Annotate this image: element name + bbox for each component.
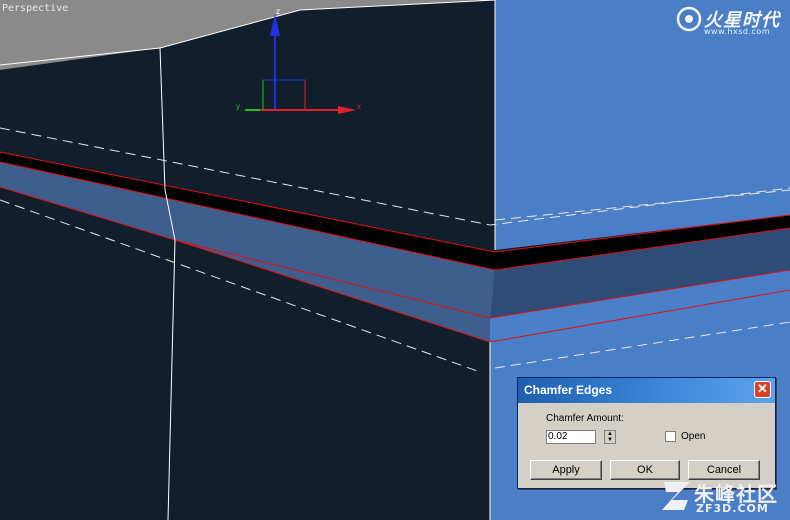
close-icon[interactable]: ✕ xyxy=(754,381,771,398)
chamfer-amount-input[interactable]: 0.02 xyxy=(546,430,596,444)
chamfer-edges-dialog: Chamfer Edges ✕ Chamfer Amount: 0.02 ▲ ▼… xyxy=(517,377,776,489)
viewport-label[interactable]: Perspective xyxy=(2,3,68,14)
gizmo-z-label: z xyxy=(276,7,280,16)
gizmo-y-label: y xyxy=(236,102,240,111)
dialog-title: Chamfer Edges xyxy=(524,383,613,397)
zf3d-logo-icon xyxy=(662,482,690,510)
hxsd-logo-url: www.hxsd.com xyxy=(704,27,771,36)
ok-button[interactable]: OK xyxy=(610,460,680,480)
hxsd-logo-icon xyxy=(676,6,702,32)
open-label: Open xyxy=(681,431,706,442)
hxsd-logo: 火星时代 www.hxsd.com xyxy=(676,6,788,38)
cancel-button[interactable]: Cancel xyxy=(688,460,760,480)
open-checkbox[interactable] xyxy=(665,431,676,442)
chamfer-amount-label: Chamfer Amount: xyxy=(546,413,624,424)
dialog-titlebar[interactable]: Chamfer Edges ✕ xyxy=(518,378,775,403)
gizmo-x-label: x xyxy=(357,102,361,111)
watermark-en: ZF3D.COM xyxy=(696,502,769,515)
zf3d-watermark: 朱峰社区 ZF3D.COM xyxy=(660,478,788,518)
perspective-viewport[interactable]: Perspective z x y 火星时代 www.hxsd.com Cham… xyxy=(0,0,790,520)
chamfer-amount-spinner[interactable]: ▲ ▼ xyxy=(604,430,616,444)
spinner-down-icon[interactable]: ▼ xyxy=(605,437,615,443)
apply-button[interactable]: Apply xyxy=(530,460,602,480)
